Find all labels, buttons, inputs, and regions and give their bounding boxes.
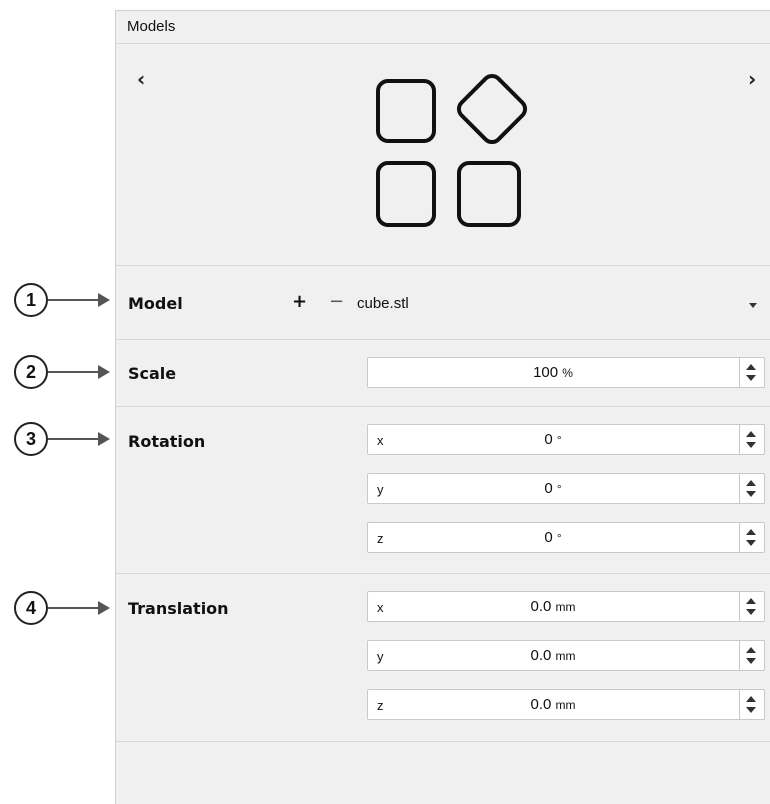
model-select[interactable]: cube.stl — [357, 295, 409, 312]
scale-spinbox[interactable]: 100 % — [367, 357, 765, 388]
spin-buttons[interactable] — [739, 358, 764, 387]
callout-4: 4 — [14, 591, 114, 625]
arrow-right-icon — [98, 293, 110, 307]
translation-label: Translation — [128, 599, 229, 618]
spin-down-icon[interactable] — [746, 442, 756, 448]
spin-up-icon[interactable] — [746, 529, 756, 535]
add-model-button[interactable]: + — [292, 291, 307, 312]
rotation-x-value: 0 — [544, 431, 553, 448]
rotation-section: Rotation x 0 ° y 0 ° z 0 ° — [116, 406, 770, 574]
rotation-z-value-display: 0 ° — [368, 529, 738, 546]
callout-number: 3 — [14, 422, 48, 456]
spin-up-icon[interactable] — [746, 431, 756, 437]
callout-number: 4 — [14, 591, 48, 625]
remove-model-button[interactable]: − — [329, 291, 344, 312]
callout-number: 2 — [14, 355, 48, 389]
translation-x-value-display: 0.0 mm — [368, 598, 738, 615]
arrow-right-icon — [98, 601, 110, 615]
callout-number: 1 — [14, 283, 48, 317]
callout-2: 2 — [14, 355, 114, 389]
translation-unit: mm — [555, 600, 576, 614]
scale-unit: % — [562, 366, 573, 380]
rotation-z-spinbox[interactable]: z 0 ° — [367, 522, 765, 553]
spin-up-icon[interactable] — [746, 598, 756, 604]
translation-y-value: 0.0 — [530, 647, 552, 664]
model-section: Model + − cube.stl — [116, 265, 770, 340]
rotation-y-spinbox[interactable]: y 0 ° — [367, 473, 765, 504]
models-panel: Models ‹ › Model + − cube.stl Scale 100 … — [115, 10, 770, 804]
callout-line — [48, 371, 100, 373]
spin-down-icon[interactable] — [746, 375, 756, 381]
model-label: Model — [128, 294, 183, 313]
spin-down-icon[interactable] — [746, 609, 756, 615]
rotation-z-value: 0 — [544, 529, 553, 546]
rotation-x-spinbox[interactable]: x 0 ° — [367, 424, 765, 455]
chevron-down-icon[interactable] — [749, 303, 757, 308]
callout-line — [48, 438, 100, 440]
translation-y-value-display: 0.0 mm — [368, 647, 738, 664]
scale-section: Scale 100 % — [116, 339, 770, 407]
spin-down-icon[interactable] — [746, 707, 756, 713]
callout-line — [48, 299, 100, 301]
scale-label: Scale — [128, 364, 177, 383]
spin-down-icon[interactable] — [746, 540, 756, 546]
scale-value-display: 100 % — [368, 364, 738, 381]
models-grid-icon — [376, 73, 528, 227]
translation-z-spinbox[interactable]: z 0.0 mm — [367, 689, 765, 720]
rotation-unit: ° — [556, 482, 562, 496]
previous-model-button[interactable]: ‹ — [137, 67, 145, 91]
translation-x-value: 0.0 — [530, 598, 552, 615]
spin-up-icon[interactable] — [746, 696, 756, 702]
spin-buttons[interactable] — [739, 592, 764, 621]
rotation-y-value: 0 — [544, 480, 553, 497]
translation-y-spinbox[interactable]: y 0.0 mm — [367, 640, 765, 671]
translation-z-value: 0.0 — [530, 696, 552, 713]
translation-section: Translation x 0.0 mm y 0.0 mm z 0.0 mm — [116, 573, 770, 742]
translation-x-spinbox[interactable]: x 0.0 mm — [367, 591, 765, 622]
spin-buttons[interactable] — [739, 474, 764, 503]
rotation-label: Rotation — [128, 432, 206, 451]
callout-line — [48, 607, 100, 609]
spin-up-icon[interactable] — [746, 480, 756, 486]
arrow-right-icon — [98, 365, 110, 379]
rotation-y-value-display: 0 ° — [368, 480, 738, 497]
translation-unit: mm — [555, 649, 576, 663]
panel-title: Models — [116, 11, 770, 44]
translation-z-value-display: 0.0 mm — [368, 696, 738, 713]
spin-down-icon[interactable] — [746, 658, 756, 664]
spin-up-icon[interactable] — [746, 364, 756, 370]
scale-value: 100 — [533, 364, 559, 381]
spin-buttons[interactable] — [739, 523, 764, 552]
rotation-unit: ° — [556, 531, 562, 545]
callout-3: 3 — [14, 422, 114, 456]
translation-unit: mm — [555, 698, 576, 712]
rotation-unit: ° — [556, 433, 562, 447]
spin-buttons[interactable] — [739, 425, 764, 454]
next-model-button[interactable]: › — [748, 67, 756, 91]
spin-buttons[interactable] — [739, 690, 764, 719]
arrow-right-icon — [98, 432, 110, 446]
rotation-x-value-display: 0 ° — [368, 431, 738, 448]
spin-down-icon[interactable] — [746, 491, 756, 497]
spin-buttons[interactable] — [739, 641, 764, 670]
callout-1: 1 — [14, 283, 114, 317]
spin-up-icon[interactable] — [746, 647, 756, 653]
